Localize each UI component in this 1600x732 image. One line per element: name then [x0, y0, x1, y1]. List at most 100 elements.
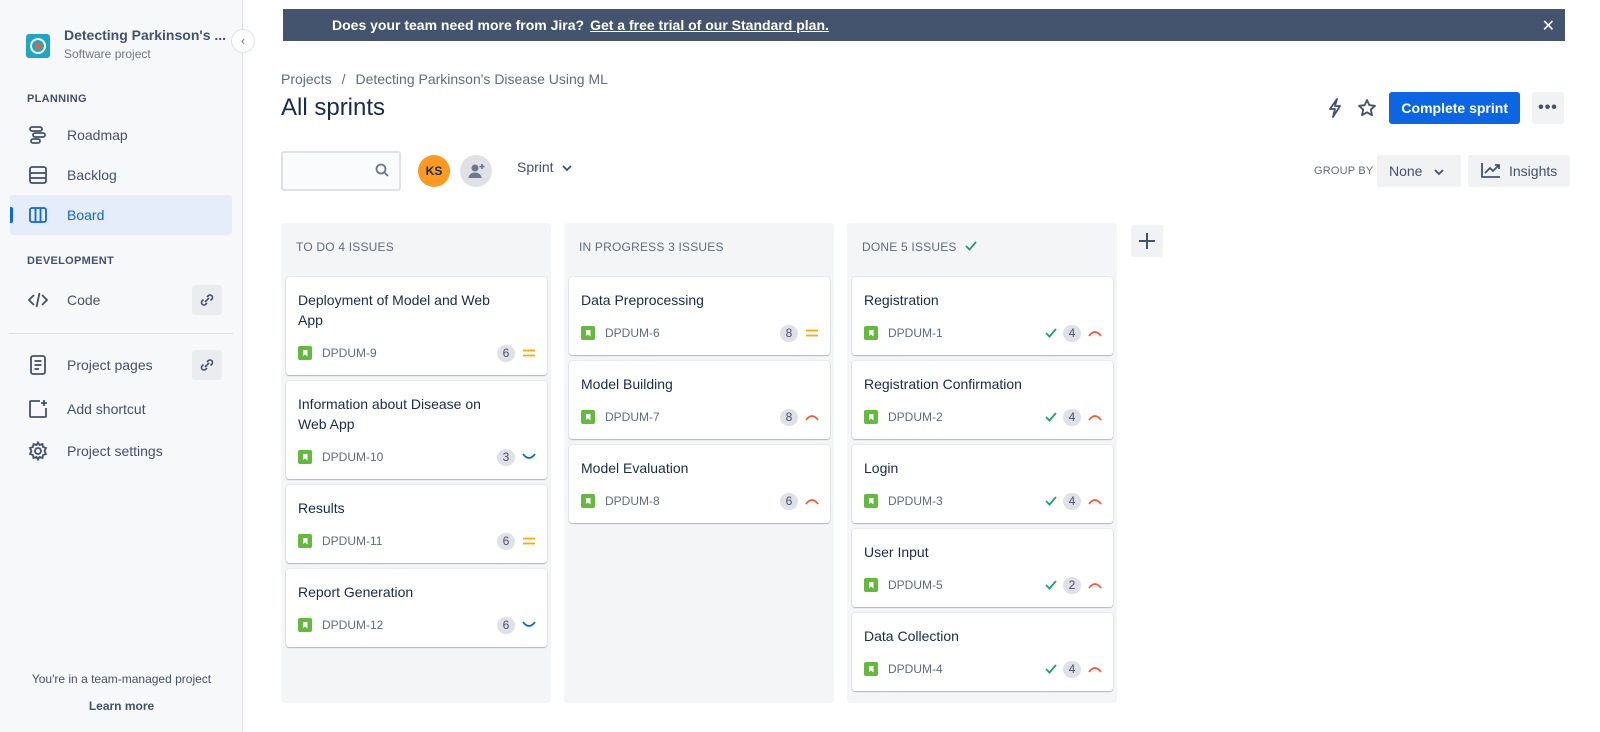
story-icon [864, 410, 878, 424]
sidebar-item-board[interactable]: Board [10, 195, 232, 235]
issue-card[interactable]: Registration DPDUM-1 4 [852, 277, 1113, 355]
issue-key[interactable]: DPDUM-5 [888, 578, 943, 592]
issue-card[interactable]: Results DPDUM-11 6 [286, 485, 547, 563]
issue-title: Results [298, 500, 345, 516]
banner-trial-link[interactable]: Get a free trial of our Standard plan. [590, 17, 829, 33]
project-type: Software project [64, 47, 151, 61]
priority-high-icon [804, 493, 820, 509]
issue-footer: DPDUM-10 3 [298, 448, 537, 466]
add-people-button[interactable] [460, 155, 492, 187]
issue-key[interactable]: DPDUM-10 [322, 450, 383, 464]
story-points-badge: 6 [780, 492, 798, 510]
sidebar-item-project-pages[interactable]: Project pages [10, 345, 232, 385]
sidebar-item-backlog[interactable]: Backlog [10, 155, 232, 195]
issue-key[interactable]: DPDUM-3 [888, 494, 943, 508]
issue-key[interactable]: DPDUM-9 [322, 346, 377, 360]
chevron-left-icon: ‹ [240, 33, 246, 48]
board-column: DONE 5 ISSUES Registration DPDUM-1 4 Registr… [847, 223, 1117, 703]
column-title: DONE 5 ISSUES [862, 240, 957, 254]
issue-card[interactable]: Registration Confirmation DPDUM-2 4 [852, 361, 1113, 439]
automation-button[interactable] [1319, 92, 1351, 124]
search-input[interactable] [281, 151, 401, 191]
story-icon [581, 494, 595, 508]
story-points-badge: 4 [1063, 660, 1081, 678]
check-icon [1045, 412, 1057, 422]
issue-card[interactable]: Login DPDUM-3 4 [852, 445, 1113, 523]
star-button[interactable] [1351, 92, 1383, 124]
story-points-badge: 3 [497, 448, 515, 466]
link-pages-button[interactable] [192, 350, 222, 380]
issue-key[interactable]: DPDUM-11 [322, 534, 382, 548]
breadcrumb-projects[interactable]: Projects [281, 71, 332, 87]
check-icon [1045, 580, 1057, 590]
issue-key[interactable]: DPDUM-2 [888, 410, 943, 424]
link-broken-icon [200, 294, 214, 306]
issue-card[interactable]: Information about Disease on Web App DPDU… [286, 381, 547, 479]
issue-key[interactable]: DPDUM-4 [888, 662, 943, 676]
more-actions-button[interactable]: ••• [1532, 92, 1564, 124]
issue-key[interactable]: DPDUM-8 [605, 494, 660, 508]
planning-section-title: PLANNING [27, 93, 87, 105]
avatar[interactable]: KS [418, 155, 450, 187]
backlog-icon [27, 164, 49, 186]
board-column: TO DO 4 ISSUES Deployment of Model and We… [281, 223, 551, 703]
check-icon [1045, 328, 1057, 338]
issue-footer: DPDUM-4 4 [864, 660, 1103, 678]
issue-key[interactable]: DPDUM-12 [322, 618, 383, 632]
star-icon [1358, 99, 1377, 117]
sidebar-item-label: Backlog [67, 167, 117, 183]
sprint-filter-label: Sprint [517, 159, 554, 175]
group-by-dropdown[interactable]: None [1377, 155, 1461, 187]
sprint-filter-dropdown[interactable]: Sprint [517, 159, 572, 175]
priority-high-icon [1087, 493, 1103, 509]
sidebar-item-add-shortcut[interactable]: Add shortcut [10, 389, 232, 429]
project-header[interactable]: Detecting Parkinson's ... Software proje… [26, 26, 226, 61]
plus-icon [1139, 233, 1155, 249]
issue-card[interactable]: Report Generation DPDUM-12 6 [286, 569, 547, 647]
priority-medium-icon [804, 325, 820, 341]
issue-key[interactable]: DPDUM-6 [605, 326, 660, 340]
sidebar-item-project-settings[interactable]: Project settings [10, 431, 232, 471]
issue-card[interactable]: Deployment of Model and Web App DPDUM-9 6 [286, 277, 547, 375]
issue-key[interactable]: DPDUM-7 [605, 410, 660, 424]
story-icon [298, 450, 312, 464]
story-points-badge: 4 [1063, 324, 1081, 342]
story-icon [864, 662, 878, 676]
issue-footer: DPDUM-12 6 [298, 616, 537, 634]
priority-high-icon [1087, 661, 1103, 677]
team-managed-note: You're in a team-managed project [31, 672, 212, 686]
issue-footer: DPDUM-8 6 [581, 492, 820, 510]
issue-card[interactable]: Data Collection DPDUM-4 4 [852, 613, 1113, 691]
sidebar-item-roadmap[interactable]: Roadmap [10, 115, 232, 155]
chart-line-icon [1481, 162, 1501, 181]
insights-button[interactable]: Insights [1468, 155, 1570, 187]
learn-more-link[interactable]: Learn more [0, 699, 243, 713]
issue-card[interactable]: Model Evaluation DPDUM-8 6 [569, 445, 830, 523]
story-points-badge: 2 [1063, 576, 1081, 594]
complete-sprint-button[interactable]: Complete sprint [1389, 92, 1520, 124]
link-repository-button[interactable] [192, 285, 222, 315]
issue-key[interactable]: DPDUM-1 [888, 326, 943, 340]
development-section-title: DEVELOPMENT [27, 255, 115, 267]
issue-card[interactable]: Model Building DPDUM-7 8 [569, 361, 830, 439]
column-title: IN PROGRESS 3 ISSUES [579, 240, 724, 254]
project-name: Detecting Parkinson's ... [64, 27, 227, 43]
sidebar-item-code[interactable]: Code [10, 280, 232, 320]
board-column: IN PROGRESS 3 ISSUES Data Preprocessing DP… [564, 223, 834, 703]
collapse-sidebar-button[interactable]: ‹ [231, 29, 255, 53]
issue-footer: DPDUM-9 6 [298, 344, 537, 362]
add-user-icon [468, 164, 485, 178]
board-icon [27, 204, 49, 226]
column-header: DONE 5 ISSUES [862, 240, 977, 254]
project-avatar-icon [26, 34, 50, 58]
roadmap-icon [27, 124, 49, 146]
story-icon [298, 346, 312, 360]
sidebar-item-label: Board [67, 207, 105, 223]
issue-card[interactable]: Data Preprocessing DPDUM-6 8 [569, 277, 830, 355]
breadcrumb-project[interactable]: Detecting Parkinson's Disease Using ML [355, 71, 607, 87]
issue-card[interactable]: User Input DPDUM-5 2 [852, 529, 1113, 607]
close-icon[interactable]: ✕ [1542, 16, 1555, 36]
story-icon [581, 326, 595, 340]
add-column-button[interactable] [1131, 225, 1163, 257]
chevron-down-icon [561, 159, 572, 175]
